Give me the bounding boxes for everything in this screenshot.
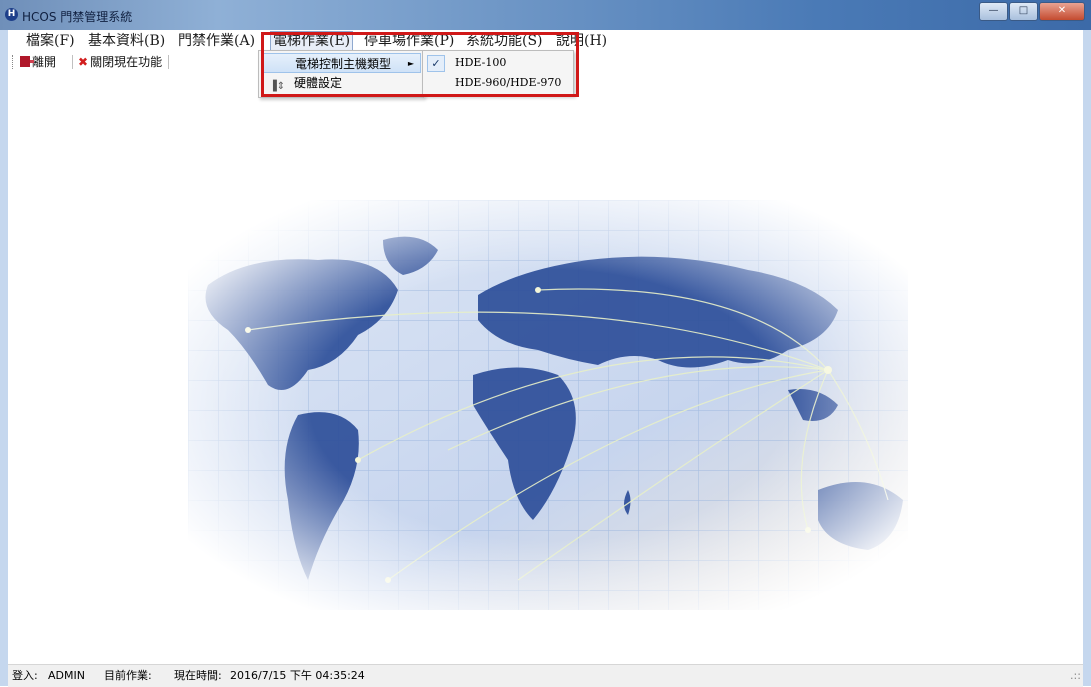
close-function-button[interactable]: ✖ 關閉現在功能 (78, 54, 162, 70)
time-label: 現在時間: (174, 669, 222, 682)
window-frame-left (0, 30, 8, 686)
menu-file[interactable]: 檔案(F) (26, 32, 75, 50)
app-icon: H (5, 8, 18, 21)
window-controls: — □ ✕ (978, 2, 1085, 21)
highlight-annotation-frame (261, 32, 579, 97)
menu-basic-data[interactable]: 基本資料(B) (88, 32, 165, 50)
title-bar[interactable]: H HCOS 門禁管理系統 — □ ✕ (0, 0, 1091, 30)
menu-access-control[interactable]: 門禁作業(A) (178, 32, 255, 50)
toolbar-separator (72, 55, 73, 69)
login-label: 登入: (12, 669, 38, 682)
login-user: ADMIN (48, 669, 85, 682)
toolbar-grip[interactable] (12, 55, 15, 69)
close-x-icon: ✖ (78, 55, 89, 69)
current-task-label: 目前作業: (104, 669, 152, 682)
exit-label: 離開 (32, 55, 57, 69)
window-title: HCOS 門禁管理系統 (22, 10, 133, 24)
status-bar: 登入: ADMIN 目前作業: 現在時間: 2016/7/15 下午 04:35… (8, 664, 1083, 687)
exit-icon (20, 56, 34, 67)
resize-grip-icon[interactable]: .:: (1070, 665, 1081, 687)
window-frame-right (1083, 30, 1091, 686)
current-time: 2016/7/15 下午 04:35:24 (230, 669, 365, 682)
toolbar-separator (168, 55, 169, 69)
maximize-button[interactable]: □ (1009, 2, 1038, 21)
minimize-button[interactable]: — (979, 2, 1008, 21)
exit-button[interactable]: 離開 (20, 54, 56, 70)
close-button[interactable]: ✕ (1039, 2, 1085, 21)
close-function-label: 關閉現在功能 (90, 55, 163, 69)
world-map-illustration (188, 200, 908, 610)
client-area: 檔案(F) 基本資料(B) 門禁作業(A) 電梯作業(E) 停車場作業(P) 系… (8, 30, 1083, 687)
